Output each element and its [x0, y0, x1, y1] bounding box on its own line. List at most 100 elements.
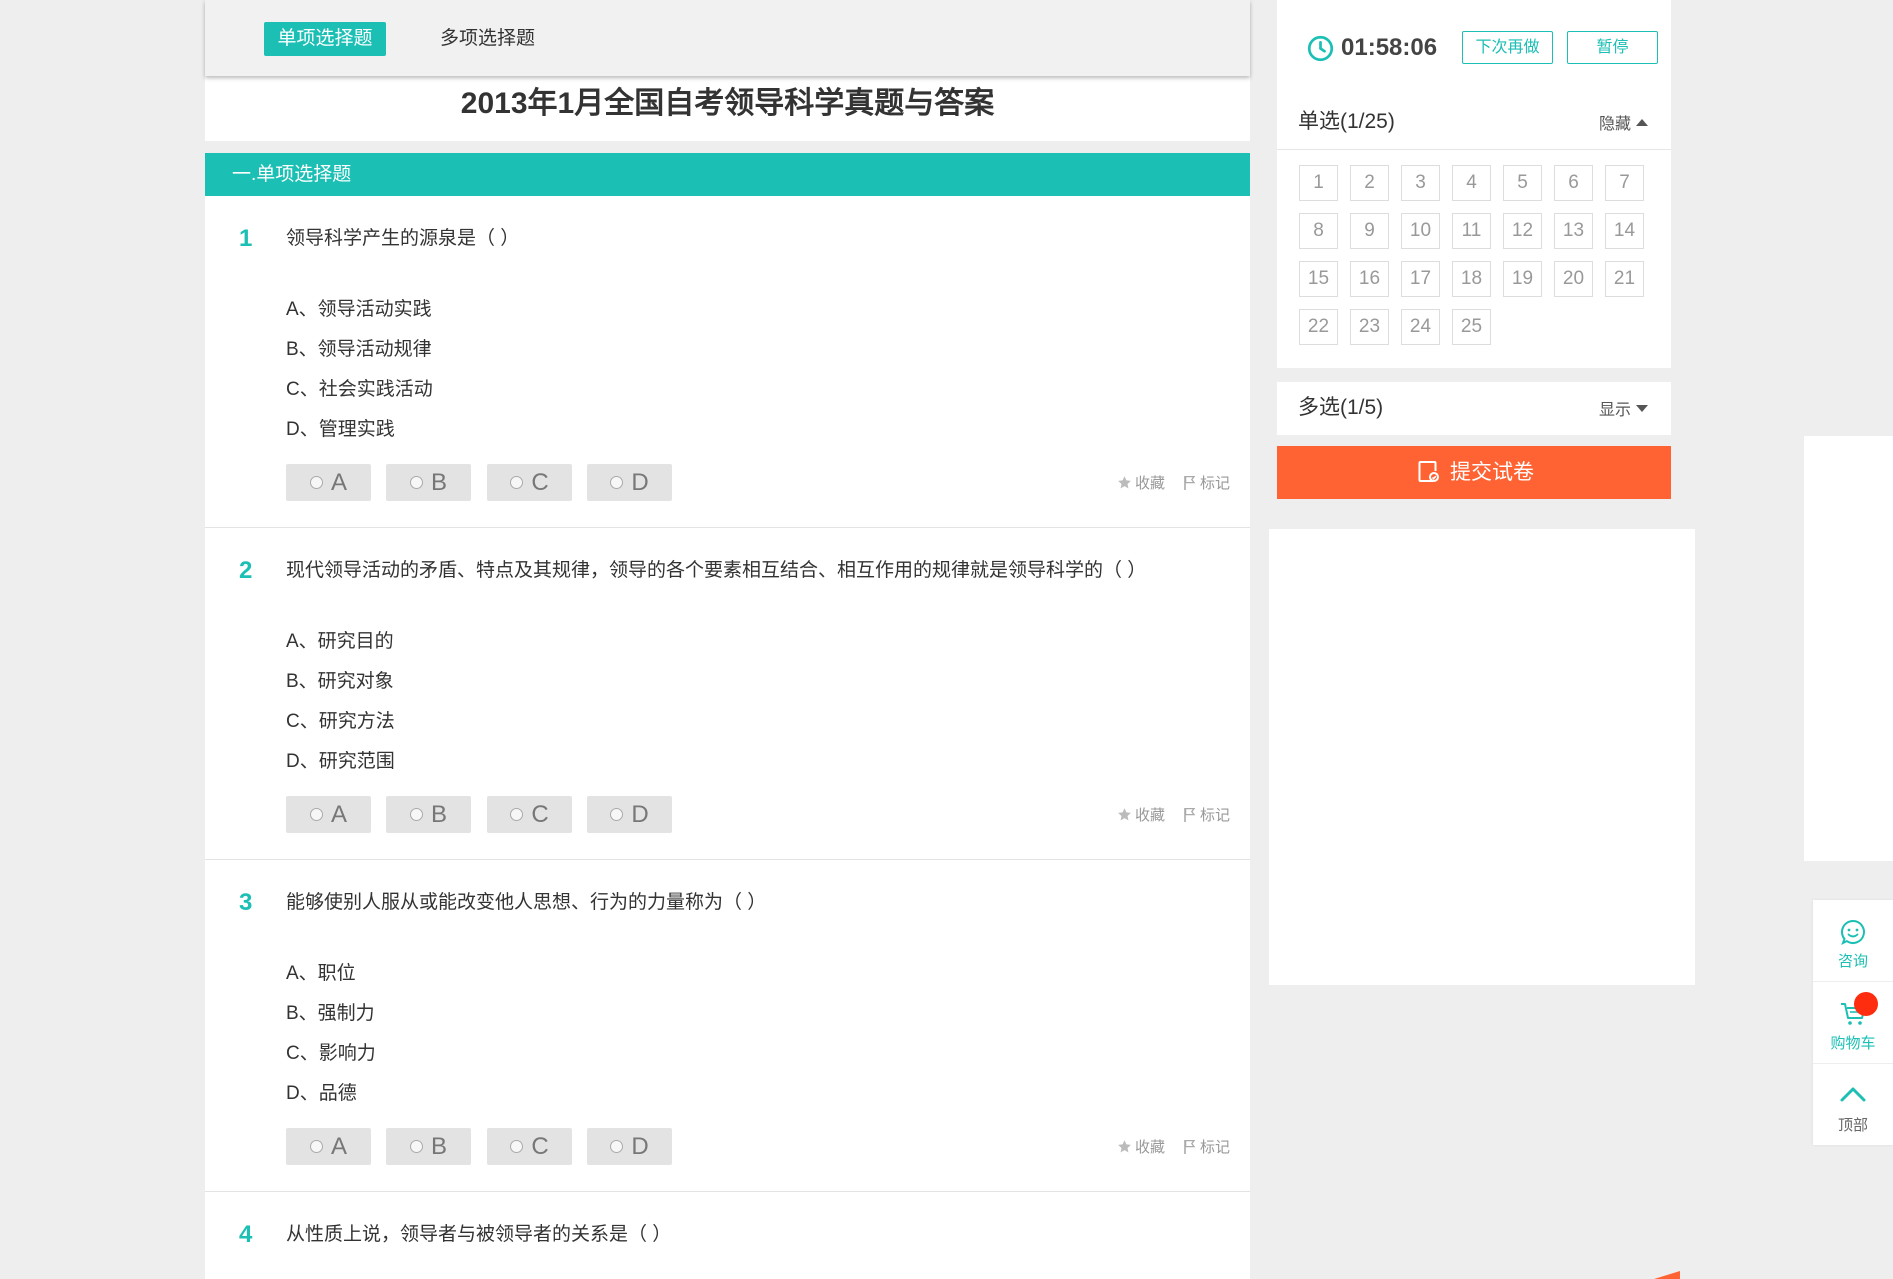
multi-choice-title: 多选(1/5)	[1298, 396, 1384, 419]
cart-button[interactable]: 购物车	[1813, 982, 1893, 1064]
answer-button-d[interactable]: D	[587, 464, 672, 501]
question-nav-cell[interactable]: 13	[1554, 213, 1593, 249]
option-text: B、领导活动规律	[286, 339, 432, 360]
option-text: B、强制力	[286, 1003, 375, 1024]
radio-circle-icon[interactable]	[409, 1140, 423, 1153]
pause-button[interactable]: 暂停	[1567, 31, 1658, 64]
question-nav-cell[interactable]: 23	[1350, 309, 1389, 345]
star-icon	[1118, 476, 1131, 489]
do-later-button[interactable]: 下次再做	[1462, 31, 1553, 64]
submit-exam-button[interactable]: 提交试卷	[1277, 446, 1671, 499]
question-nav-cell[interactable]: 12	[1503, 213, 1542, 249]
answer-button-a[interactable]: A	[286, 1128, 371, 1165]
cart-badge	[1854, 992, 1878, 1016]
consult-button[interactable]: 咨询	[1813, 900, 1893, 982]
question-item: 4 从性质上说，领导者与被领导者的关系是（ ）	[205, 1192, 1250, 1279]
radio-circle-icon[interactable]	[309, 476, 323, 489]
option-list: A、职位 B、强制力 C、影响力 D、品德	[286, 954, 376, 1114]
radio-circle-icon[interactable]	[510, 1140, 524, 1153]
radio-circle-icon[interactable]	[610, 1140, 624, 1153]
question-nav-cell[interactable]: 22	[1299, 309, 1338, 345]
question-nav-cell[interactable]: 20	[1554, 261, 1593, 297]
answer-letter: C	[531, 468, 549, 496]
question-nav-cell[interactable]: 19	[1503, 261, 1542, 297]
mark-button[interactable]: 标记	[1183, 804, 1230, 825]
question-nav-cell[interactable]: 25	[1452, 309, 1491, 345]
question-nav-cell[interactable]: 16	[1350, 261, 1389, 297]
answer-button-b[interactable]: B	[386, 1128, 471, 1165]
tab-multiple-choice[interactable]: 多项选择题	[440, 22, 535, 56]
question-nav-cell[interactable]: 11	[1452, 213, 1491, 249]
caret-down-icon	[1636, 404, 1648, 412]
favorite-label: 收藏	[1134, 807, 1165, 824]
question-number: 4	[239, 1221, 253, 1248]
answer-letter: C	[531, 800, 549, 828]
question-nav-cell[interactable]: 21	[1605, 261, 1644, 297]
radio-circle-icon[interactable]	[610, 476, 624, 489]
question-nav-cell[interactable]: 4	[1452, 165, 1491, 201]
answer-letter: A	[330, 800, 347, 828]
answer-button-d[interactable]: D	[587, 796, 672, 833]
submit-label: 提交试卷	[1450, 461, 1534, 484]
answer-button-a[interactable]: A	[286, 796, 371, 833]
option-text: D、研究范围	[286, 751, 395, 772]
favorite-button[interactable]: 收藏	[1117, 1136, 1165, 1157]
radio-circle-icon[interactable]	[510, 476, 524, 489]
exam-main-column: 单项选择题 多项选择题 2013年1月全国自考领导科学真题与答案 一.单项选择题…	[205, 0, 1250, 1279]
question-nav-cell[interactable]: 1	[1299, 165, 1338, 201]
question-nav-cell[interactable]: 8	[1299, 213, 1338, 249]
mark-label: 标记	[1199, 807, 1230, 824]
answer-button-c[interactable]: C	[487, 796, 572, 833]
answer-letter: D	[631, 1132, 649, 1160]
answer-letter: B	[430, 468, 447, 496]
radio-circle-icon[interactable]	[309, 808, 323, 821]
blank-panel	[1269, 529, 1695, 985]
consult-label: 咨询	[1837, 953, 1868, 970]
question-nav-cell[interactable]: 18	[1452, 261, 1491, 297]
answer-button-a[interactable]: A	[286, 464, 371, 501]
question-nav-cell[interactable]: 7	[1605, 165, 1644, 201]
question-nav-cell[interactable]: 14	[1605, 213, 1644, 249]
question-number: 1	[239, 225, 253, 252]
paper-title-area: 2013年1月全国自考领导科学真题与答案	[205, 76, 1250, 141]
favorite-button[interactable]: 收藏	[1117, 804, 1165, 825]
question-nav-cell[interactable]: 3	[1401, 165, 1440, 201]
mark-button[interactable]: 标记	[1183, 1136, 1230, 1157]
radio-circle-icon[interactable]	[610, 808, 624, 821]
cart-label: 购物车	[1830, 1035, 1876, 1052]
answer-button-b[interactable]: B	[386, 796, 471, 833]
radio-circle-icon[interactable]	[309, 1140, 323, 1153]
question-nav-cell[interactable]: 10	[1401, 213, 1440, 249]
answer-button-b[interactable]: B	[386, 464, 471, 501]
mark-button[interactable]: 标记	[1183, 472, 1230, 493]
caret-up-icon	[1636, 118, 1648, 126]
clock-icon	[1307, 35, 1334, 62]
radio-circle-icon[interactable]	[510, 808, 524, 821]
question-nav-cell[interactable]: 24	[1401, 309, 1440, 345]
question-nav-cell[interactable]: 15	[1299, 261, 1338, 297]
hide-toggle[interactable]: 隐藏	[1599, 108, 1648, 136]
question-actions: 收藏 标记	[1117, 1128, 1230, 1165]
option-text: D、品德	[286, 1083, 357, 1104]
tab-single-choice[interactable]: 单项选择题	[264, 22, 386, 56]
question-nav-cell[interactable]: 9	[1350, 213, 1389, 249]
question-nav-cell[interactable]: 17	[1401, 261, 1440, 297]
radio-circle-icon[interactable]	[409, 476, 423, 489]
answer-letter: D	[631, 468, 649, 496]
favorite-button[interactable]: 收藏	[1117, 472, 1165, 493]
answer-button-c[interactable]: C	[487, 1128, 572, 1165]
option-text: C、影响力	[286, 1043, 376, 1064]
question-number: 2	[239, 557, 253, 584]
favorite-label: 收藏	[1134, 475, 1165, 492]
question-nav-cell[interactable]: 6	[1554, 165, 1593, 201]
answer-button-c[interactable]: C	[487, 464, 572, 501]
radio-circle-icon[interactable]	[409, 808, 423, 821]
question-nav-cell[interactable]: 5	[1503, 165, 1542, 201]
orange-corner-decoration	[1654, 1271, 1680, 1279]
question-text: 领导科学产生的源泉是（ ）	[286, 228, 520, 249]
answer-button-d[interactable]: D	[587, 1128, 672, 1165]
question-nav-cell[interactable]: 2	[1350, 165, 1389, 201]
back-to-top-button[interactable]: 顶部	[1813, 1064, 1893, 1145]
question-type-tabbar: 单项选择题 多项选择题	[205, 0, 1250, 76]
show-toggle[interactable]: 显示	[1599, 394, 1648, 422]
